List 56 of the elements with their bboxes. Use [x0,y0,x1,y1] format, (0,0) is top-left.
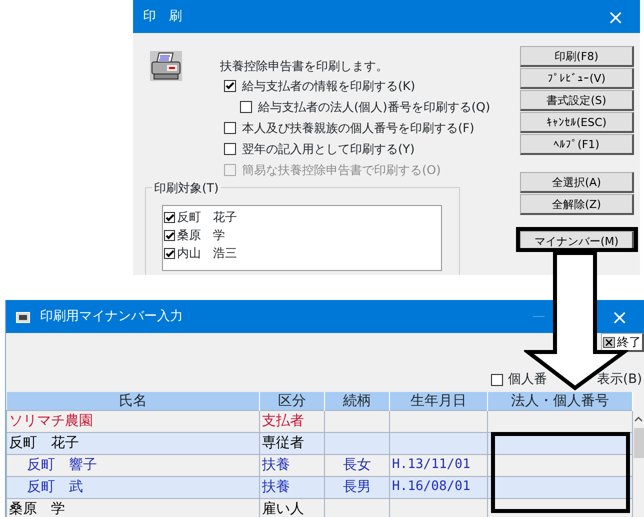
checkbox[interactable] [491,374,503,386]
checkbox[interactable] [240,100,252,112]
column-header: 区分 [260,392,324,410]
group-label: 印刷対象(T) [152,179,221,197]
table-cell: 桑原 学 [6,498,260,517]
checkbox[interactable] [164,212,175,222]
checkbox-label: 簡易な扶養控除申告書で印刷する(O) [242,162,441,178]
table-cell: 反町 武 [6,476,260,498]
table-cell: H.16/08/01 [390,476,488,498]
close-button[interactable]: × [601,6,630,26]
exit-button[interactable]: 終了 [601,333,644,352]
list-item-label: 内山 浩三 [177,245,237,262]
table-cell: 専従者 [260,432,324,454]
app-icon [16,310,30,322]
dialog-button[interactable]: ｷｬﾝｾﾙ(ESC) [520,112,634,133]
table-cell: 反町 響子 [6,454,260,476]
dialog-button[interactable]: ﾍﾙﾌﾟ(F1) [520,134,634,155]
table-cell: 雇い人 [260,498,324,517]
table-cell: 長女 [324,454,390,476]
table-cell: 反町 花子 [6,432,260,454]
dialog-button[interactable]: ﾌﾟﾚﾋﾞｭｰ(V) [520,68,634,89]
scroll-thumb[interactable] [634,428,644,458]
checkbox[interactable] [164,230,175,240]
checkbox[interactable] [224,122,236,134]
table-cell: 扶養 [260,454,324,476]
table-cell: 扶養 [260,476,324,498]
list-item-label: 桑原 学 [177,227,225,244]
dialog-button[interactable]: 全選択(A) [520,172,634,193]
message-text: 扶養控除申告書を印刷します。 [220,58,389,75]
dialog-button[interactable]: 印刷(F8) [520,46,634,67]
checkbox-label: 翌年の記入用として印刷する(Y) [242,140,415,158]
checkbox-label: 表示(B) [597,372,642,387]
dialog-button[interactable]: 全解除(Z) [520,194,634,215]
table-cell: ソリマチ農園 [6,410,260,432]
table-cell: 支払者 [260,410,324,432]
window-title: 印 刷 [143,8,182,26]
checkbox[interactable] [224,142,236,154]
checkbox[interactable] [224,80,236,92]
printer-icon [150,51,182,81]
close-icon [603,336,615,348]
checkbox-label: 個人番 [508,372,547,387]
column-header: 生年月日 [390,392,488,410]
dialog-button[interactable]: 書式設定(S) [520,90,634,111]
column-header: 続柄 [324,392,390,410]
close-button[interactable]: × [605,306,634,326]
table-cell: H.13/11/01 [390,454,488,476]
scroll-up-icon [634,416,643,422]
table-cell: 長男 [324,476,390,498]
column-header: 法人・個人番号 [488,392,632,410]
checkbox-label: 給与支払者の情報を印刷する(K) [242,78,416,94]
list-item-label: 反町 花子 [177,209,237,226]
checkbox[interactable] [164,248,175,258]
checkbox-label: 給与支払者の法人(個人)番号を印刷する(Q) [258,98,490,116]
column-header: 氏名 [6,392,260,410]
window-title: 印刷用マイナンバー入力 [40,308,183,326]
checkbox-label: 本人及び扶養親族の個人番号を印刷する(F) [242,120,474,136]
